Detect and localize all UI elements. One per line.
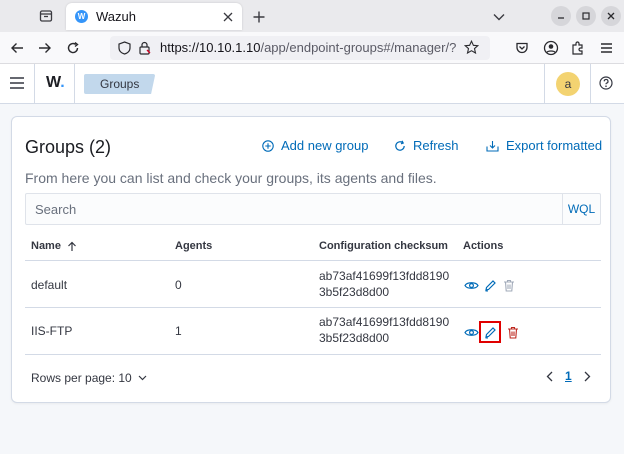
row-actions <box>463 321 524 343</box>
plus-circle-icon <box>262 139 274 152</box>
url-host: https://10.10.1.10 <box>160 40 261 55</box>
maximize-icon[interactable] <box>576 6 596 26</box>
trash-icon <box>501 277 517 293</box>
address-bar[interactable]: https://10.10.1.10/app/endpoint-groups#/… <box>110 36 490 60</box>
table-row[interactable]: IIS-FTP 1 ab73af41699f13fdd8190 3b5f23d8… <box>25 308 601 355</box>
wazuh-logo[interactable]: W. <box>46 74 65 92</box>
refresh-label: Refresh <box>413 138 459 153</box>
checksum-line: 3b5f23d8d00 <box>319 285 390 299</box>
breadcrumb[interactable]: Groups <box>84 74 156 94</box>
logo-dot: . <box>60 74 65 91</box>
group-agents: 1 <box>175 324 182 338</box>
search-placeholder: Search <box>35 202 77 217</box>
export-icon <box>486 140 499 152</box>
url-path: /app/endpoint-groups#/manager/?t <box>260 40 456 55</box>
checksum-line: 3b5f23d8d00 <box>319 331 390 345</box>
page-title: Groups (2) <box>25 137 112 157</box>
tab-overview-icon[interactable] <box>32 4 60 28</box>
column-header-agents[interactable]: Agents <box>175 240 212 252</box>
header-divider <box>590 64 591 104</box>
table-header: Name Agents Configuration checksum Actio… <box>25 235 601 261</box>
pocket-icon[interactable] <box>511 37 533 59</box>
search-input[interactable]: Search WQL <box>25 193 601 225</box>
extensions-icon[interactable] <box>567 37 589 59</box>
chevron-down-icon[interactable] <box>488 6 510 28</box>
sort-up-icon <box>68 241 76 251</box>
group-checksum: ab73af41699f13fdd8190 3b5f23d8d00 <box>319 314 449 346</box>
column-name-label: Name <box>31 240 61 252</box>
shield-icon[interactable] <box>118 41 131 60</box>
refresh-button[interactable]: Refresh <box>394 138 459 153</box>
pencil-icon[interactable] <box>479 321 501 343</box>
eye-icon[interactable] <box>463 324 479 340</box>
add-new-group-label: Add new group <box>281 138 369 153</box>
avatar[interactable]: a <box>556 72 580 96</box>
forward-icon[interactable] <box>34 37 56 59</box>
column-header-actions: Actions <box>463 240 504 252</box>
header-divider <box>34 64 35 104</box>
help-icon[interactable] <box>599 76 613 90</box>
chevron-down-icon <box>138 375 147 381</box>
chevron-right-icon[interactable] <box>584 371 591 382</box>
lock-icon[interactable] <box>138 41 151 60</box>
tab-title: Wazuh <box>96 9 136 24</box>
header-divider <box>544 64 545 104</box>
row-actions <box>463 277 520 293</box>
column-header-checksum[interactable]: Configuration checksum <box>319 240 448 252</box>
close-icon[interactable] <box>218 7 238 27</box>
close-window-icon[interactable] <box>601 6 621 26</box>
hamburger-icon[interactable] <box>9 75 25 91</box>
group-checksum: ab73af41699f13fdd8190 3b5f23d8d00 <box>319 268 449 300</box>
browser-tab-bar: W Wazuh <box>0 0 624 32</box>
add-new-group-button[interactable]: Add new group <box>262 138 368 153</box>
eye-icon[interactable] <box>463 277 479 293</box>
url-text: https://10.10.1.10/app/endpoint-groups#/… <box>160 40 456 55</box>
browser-tab[interactable]: W Wazuh <box>66 3 242 30</box>
pagination: 1 <box>546 369 591 383</box>
column-header-name[interactable]: Name <box>31 240 77 252</box>
reload-icon[interactable] <box>62 37 84 59</box>
back-icon[interactable] <box>6 37 28 59</box>
account-icon[interactable] <box>540 37 562 59</box>
export-formatted-label: Export formatted <box>506 138 603 153</box>
groups-panel: Groups (2) Add new group Refresh Export … <box>11 116 611 403</box>
checksum-line: ab73af41699f13fdd8190 <box>319 315 450 329</box>
app-header: W. Groups a <box>0 64 624 104</box>
rows-per-page-label: Rows per page: 10 <box>31 371 132 385</box>
wql-button[interactable]: WQL <box>562 194 600 224</box>
page-number[interactable]: 1 <box>565 369 572 383</box>
star-icon[interactable] <box>463 39 480 60</box>
export-formatted-button[interactable]: Export formatted <box>486 138 602 153</box>
checksum-line: ab73af41699f13fdd8190 <box>319 269 450 283</box>
table-row[interactable]: default 0 ab73af41699f13fdd8190 3b5f23d8… <box>25 261 601 308</box>
group-name: IIS-FTP <box>31 324 73 338</box>
group-name: default <box>31 278 68 292</box>
header-divider <box>74 64 75 104</box>
page-description: From here you can list and check your gr… <box>25 170 437 186</box>
wazuh-favicon-icon: W <box>75 10 88 23</box>
refresh-icon <box>395 140 405 151</box>
logo-letter: W <box>46 74 61 91</box>
plus-icon[interactable] <box>248 6 270 28</box>
minimize-icon[interactable] <box>551 6 571 26</box>
menu-icon[interactable] <box>595 37 617 59</box>
pencil-icon[interactable] <box>482 277 498 293</box>
trash-icon[interactable] <box>505 324 521 340</box>
browser-nav-bar: https://10.10.1.10/app/endpoint-groups#/… <box>0 32 624 64</box>
group-agents: 0 <box>175 278 182 292</box>
chevron-left-icon[interactable] <box>546 371 553 382</box>
rows-per-page-select[interactable]: Rows per page: 10 <box>31 371 147 385</box>
